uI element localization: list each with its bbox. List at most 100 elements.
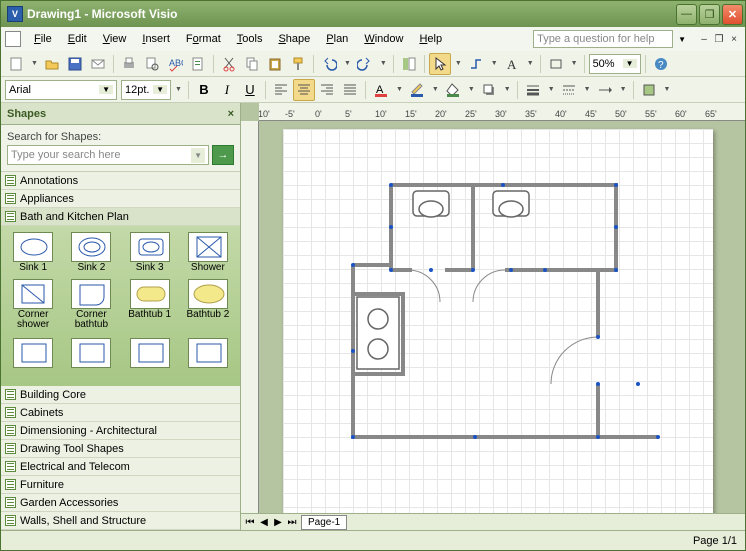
open-button[interactable] — [41, 53, 63, 75]
minimize-button[interactable]: — — [676, 4, 697, 25]
dd-icon[interactable]: ▼ — [378, 60, 389, 67]
fill-color-button[interactable] — [442, 79, 464, 101]
stencil-shape[interactable]: Sink 1 — [5, 230, 61, 275]
shapes-close-button[interactable]: × — [228, 108, 234, 120]
menu-shape[interactable]: Shape — [271, 30, 317, 48]
shapes-window-button[interactable] — [398, 53, 420, 75]
dd-icon[interactable]: ▼ — [342, 60, 353, 67]
stencil-shape[interactable]: Sink 3 — [122, 230, 178, 275]
menu-view[interactable]: View — [96, 30, 134, 48]
stencil-shape[interactable]: Bathtub 2 — [180, 277, 236, 332]
underline-button[interactable]: U — [239, 79, 261, 101]
format-painter-button[interactable] — [287, 53, 309, 75]
justify-button[interactable] — [339, 79, 361, 101]
font-size-dropdown[interactable]: 12pt.▼ — [121, 80, 171, 100]
dd-icon[interactable]: ▼ — [582, 86, 593, 93]
search-go-button[interactable]: → — [212, 145, 234, 165]
stencil-shape[interactable] — [5, 336, 61, 370]
category-item[interactable]: Electrical and Telecom — [1, 458, 240, 476]
vertical-ruler[interactable] — [241, 121, 259, 513]
title-bar[interactable]: V Drawing1 - Microsoft Visio — ❐ ✕ — [1, 1, 745, 27]
dd-icon[interactable]: ▼ — [173, 86, 184, 93]
help-search-input[interactable] — [533, 30, 673, 48]
category-item[interactable]: Drawing Tool Shapes — [1, 440, 240, 458]
maximize-button[interactable]: ❐ — [699, 4, 720, 25]
drawing-page[interactable] — [259, 121, 745, 513]
save-button[interactable] — [64, 53, 86, 75]
category-item[interactable]: Walls, Shell and Structure — [1, 512, 240, 530]
line-weight-button[interactable] — [522, 79, 544, 101]
dd-icon[interactable]: ▼ — [430, 86, 441, 93]
menu-insert[interactable]: Insert — [135, 30, 177, 48]
dd-icon[interactable]: ▼ — [525, 60, 536, 67]
redo-button[interactable] — [354, 53, 376, 75]
text-tool-button[interactable]: A — [501, 53, 523, 75]
shadow-button[interactable] — [478, 79, 500, 101]
rectangle-tool-button[interactable] — [545, 53, 567, 75]
menu-tools[interactable]: Tools — [230, 30, 270, 48]
dd-icon[interactable]: ▼ — [569, 60, 580, 67]
help-button[interactable]: ? — [650, 53, 672, 75]
font-color-button[interactable]: A — [370, 79, 392, 101]
doc-close-button[interactable]: × — [727, 32, 741, 46]
doc-restore-button[interactable]: ❐ — [712, 32, 726, 46]
category-item[interactable]: Annotations — [1, 172, 240, 190]
prev-page-button[interactable]: ◀ — [257, 517, 271, 528]
dd-icon[interactable]: ▼ — [662, 86, 673, 93]
format-button[interactable] — [638, 79, 660, 101]
dd-icon[interactable]: ▼ — [502, 86, 513, 93]
connector-tool-button[interactable] — [465, 53, 487, 75]
align-center-button[interactable] — [293, 79, 315, 101]
dd-icon[interactable]: ▼ — [453, 60, 464, 67]
menu-plan[interactable]: Plan — [319, 30, 355, 48]
category-item[interactable]: Furniture — [1, 476, 240, 494]
zoom-dropdown[interactable]: 50%▼ — [589, 54, 641, 74]
help-dropdown-icon[interactable]: ▼ — [678, 35, 686, 44]
search-input[interactable]: Type your search here▼ — [7, 145, 209, 165]
dd-icon[interactable]: ▼ — [618, 86, 629, 93]
category-item[interactable]: Dimensioning - Architectural — [1, 422, 240, 440]
menu-format[interactable]: Format — [179, 30, 228, 48]
stencil-shape[interactable]: Corner bathtub — [63, 277, 119, 332]
dd-icon[interactable]: ▼ — [546, 86, 557, 93]
align-left-button[interactable] — [270, 79, 292, 101]
print-preview-button[interactable] — [141, 53, 163, 75]
pointer-tool-button[interactable] — [429, 53, 451, 75]
menu-window[interactable]: Window — [357, 30, 410, 48]
stencil-shape[interactable]: Shower — [180, 230, 236, 275]
menu-edit[interactable]: Edit — [61, 30, 94, 48]
line-pattern-button[interactable] — [558, 79, 580, 101]
stencil-shape[interactable] — [180, 336, 236, 370]
next-page-button[interactable]: ▶ — [271, 517, 285, 528]
align-right-button[interactable] — [316, 79, 338, 101]
horizontal-ruler[interactable]: -10'-5'0'5'10'15'20'25'30'35'40'45'50'55… — [259, 103, 745, 121]
menu-help[interactable]: Help — [412, 30, 449, 48]
category-item[interactable]: Bath and Kitchen Plan — [1, 208, 240, 226]
category-item[interactable]: Cabinets — [1, 404, 240, 422]
bold-button[interactable]: B — [193, 79, 215, 101]
category-item[interactable]: Garden Accessories — [1, 494, 240, 512]
paste-button[interactable] — [264, 53, 286, 75]
font-name-dropdown[interactable]: Arial▼ — [5, 80, 117, 100]
stencil-shape[interactable] — [63, 336, 119, 370]
stencil-shape[interactable]: Corner shower — [5, 277, 61, 332]
category-item[interactable]: Appliances — [1, 190, 240, 208]
dd-icon[interactable]: ▼ — [394, 86, 405, 93]
first-page-button[interactable]: ⏮ — [243, 517, 257, 528]
undo-button[interactable] — [318, 53, 340, 75]
line-ends-button[interactable] — [594, 79, 616, 101]
dd-icon[interactable]: ▼ — [489, 60, 500, 67]
stencil-shape[interactable]: Sink 2 — [63, 230, 119, 275]
mail-button[interactable] — [87, 53, 109, 75]
page-tab[interactable]: Page-1 — [301, 515, 347, 530]
close-button[interactable]: ✕ — [722, 4, 743, 25]
research-button[interactable] — [187, 53, 209, 75]
last-page-button[interactable]: ⏭ — [285, 517, 299, 528]
category-item[interactable]: Building Core — [1, 386, 240, 404]
new-button[interactable] — [5, 53, 27, 75]
copy-button[interactable] — [241, 53, 263, 75]
doc-minimize-button[interactable]: – — [697, 32, 711, 46]
dd-icon[interactable]: ▼ — [29, 60, 40, 67]
italic-button[interactable]: I — [216, 79, 238, 101]
line-color-button[interactable] — [406, 79, 428, 101]
